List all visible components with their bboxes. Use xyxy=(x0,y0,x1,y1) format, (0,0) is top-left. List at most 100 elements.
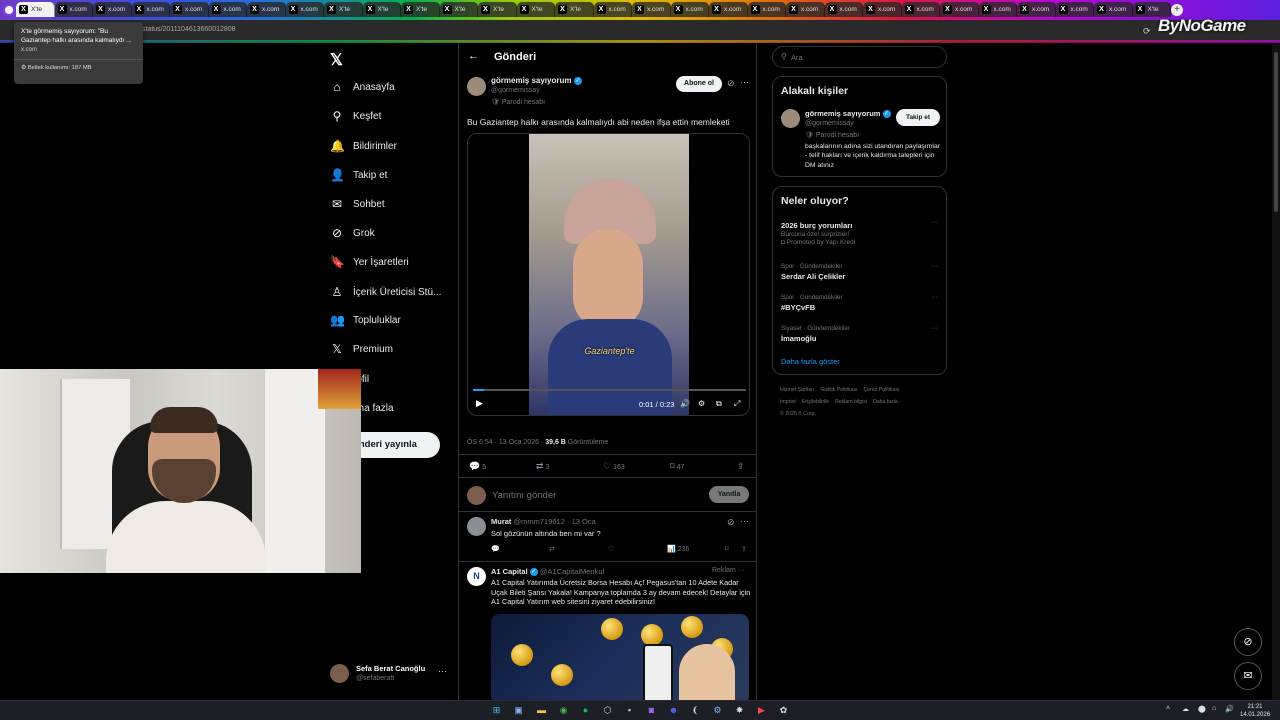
browser-tab[interactable]: Xx.com xyxy=(632,2,671,17)
reply-action[interactable]: 💬 5 xyxy=(469,461,486,472)
video-player[interactable]: Gaziantep'te ▶ 0:01 / 0:23 🔊 ⚙ ⧉ ⤢ xyxy=(467,133,750,416)
spotify-icon[interactable]: ● xyxy=(579,704,592,717)
sidebar-item-1[interactable]: ⌂ Anasayfa xyxy=(330,77,394,97)
browser-tab[interactable]: Xx.com xyxy=(1094,2,1133,17)
tray-app-icon[interactable]: ☁ xyxy=(1182,705,1189,713)
browser-tab[interactable]: Xx.com xyxy=(593,2,632,17)
post-author-name[interactable]: görmemiş sayıyorum xyxy=(491,76,571,85)
bookmark-icon[interactable]: ⌑ xyxy=(725,545,729,553)
sidebar-item-10[interactable]: 𝕏 Premium xyxy=(330,339,393,359)
widgets-icon[interactable]: ▣ xyxy=(512,704,525,717)
post-timestamp[interactable]: ÖS 6:54 · 13 Oca 2026 · xyxy=(467,439,545,446)
browser-tab[interactable]: Xx.com xyxy=(1017,2,1056,17)
post-handle[interactable]: @gormemissay xyxy=(491,87,540,94)
youtube-icon[interactable]: ▶ xyxy=(755,704,768,717)
browser-profile-icon[interactable] xyxy=(3,4,15,16)
trend-item[interactable]: Spor · Gündemdekiler #BYÇvFB ··· xyxy=(781,294,941,312)
comment-author[interactable]: Murat xyxy=(491,517,511,526)
browser-icon[interactable]: ◉ xyxy=(557,704,570,717)
footer-link[interactable]: Reklam bilgisi xyxy=(835,399,867,405)
browser-tab[interactable]: Xx.com xyxy=(93,2,132,17)
sidebar-item-8[interactable]: ♙ İçerik Üreticisi Stü... xyxy=(330,282,442,302)
reply-button[interactable]: Yanıtla xyxy=(709,486,749,503)
related-name[interactable]: görmemiş sayıyorum ✓ xyxy=(805,109,891,119)
grok-icon[interactable]: ⊘ xyxy=(727,517,735,528)
browser-tab[interactable]: Xx.com xyxy=(285,2,324,17)
account-switcher[interactable]: Sefa Berat Canoğlu @sefaberatt ··· xyxy=(330,662,450,686)
promoted-post[interactable]: N A1 Capital ✓ @A1CapitalMenkul Reklam ·… xyxy=(459,562,756,700)
browser-tab[interactable]: X X'te xyxy=(401,2,440,17)
browser-tab[interactable]: X X'te xyxy=(324,2,363,17)
settings-gear-icon[interactable]: ⚙ xyxy=(698,399,705,408)
sidebar-item-5[interactable]: ✉ Sohbet xyxy=(330,194,385,214)
network-icon[interactable]: ⌂ xyxy=(1212,705,1216,712)
more-dots-icon[interactable]: ··· xyxy=(931,263,938,270)
file-explorer-icon[interactable]: ▬ xyxy=(535,704,548,717)
avatar[interactable] xyxy=(467,517,486,536)
browser-tab[interactable]: Xx.com xyxy=(978,2,1017,17)
more-dots-icon[interactable]: ··· xyxy=(738,567,745,574)
video-progress-bar[interactable] xyxy=(473,389,746,391)
like-action[interactable]: ♡ 163 xyxy=(603,461,625,472)
volume-icon[interactable]: 🔊 xyxy=(1225,705,1234,713)
fullscreen-icon[interactable]: ⤢ xyxy=(734,399,740,409)
tray-chevron-icon[interactable]: ˄ xyxy=(1166,705,1170,712)
more-dots-icon[interactable]: ··· xyxy=(931,294,938,301)
scrollbar-thumb[interactable] xyxy=(1274,52,1278,212)
browser-tab[interactable]: Xx.com xyxy=(247,2,286,17)
sidebar-item-2[interactable]: ⚲ Keşfet xyxy=(330,106,382,126)
grok-fab-icon[interactable]: ⊘ xyxy=(1234,628,1262,656)
more-dots-icon[interactable]: ··· xyxy=(740,77,749,87)
heart-icon[interactable]: ♡ xyxy=(608,545,614,553)
share-action[interactable]: ⇪ xyxy=(737,461,747,472)
a1-capital-logo-icon[interactable]: N xyxy=(467,567,486,586)
ad-image[interactable] xyxy=(491,614,749,700)
comment-handle[interactable]: @mmm719612 · 13 Oca xyxy=(514,517,596,526)
windows-start-icon[interactable]: ⊞ xyxy=(490,704,503,717)
back-arrow-icon[interactable]: ← xyxy=(468,50,479,62)
browser-tab[interactable]: Xx.com xyxy=(901,2,940,17)
app-icon[interactable]: ❨ xyxy=(689,704,702,717)
browser-tab[interactable]: Xx.com xyxy=(709,2,748,17)
footer-link[interactable]: Imprint xyxy=(780,399,796,405)
share-icon[interactable]: ⇪ xyxy=(741,545,747,553)
repost-icon[interactable]: ⇄ xyxy=(549,545,555,553)
sidebar-item-3[interactable]: 🔔 Bildirimler xyxy=(330,136,397,156)
browser-tab[interactable]: X X'te xyxy=(16,2,55,17)
reply-icon[interactable]: 💬 xyxy=(491,545,500,553)
discord-icon[interactable]: ☻ xyxy=(667,704,680,717)
related-handle[interactable]: @gormemissay xyxy=(805,120,854,127)
views-action[interactable]: 📊 236 xyxy=(667,545,689,553)
browser-tab[interactable]: Xx.com xyxy=(131,2,170,17)
x-logo-icon[interactable]: 𝕏 xyxy=(330,50,343,70)
app-icon[interactable]: ✿ xyxy=(777,704,790,717)
address-bar[interactable]: status/2011104613660012808 xyxy=(0,20,1280,42)
footer-link[interactable]: Gizlilik Politikası xyxy=(820,387,857,393)
trend-item[interactable]: Spor · Gündemdekiler Serdar Ali Çelikler… xyxy=(781,263,941,281)
trend-item[interactable]: 2026 burç yorumları Burcuna özel sürpriz… xyxy=(781,219,941,246)
system-clock[interactable]: 21:21 14.01.2026 xyxy=(1240,703,1270,719)
volume-icon[interactable]: 🔊 xyxy=(680,399,690,408)
reply-input[interactable]: Yanıtını gönder xyxy=(492,490,556,501)
app-icon[interactable]: ▪ xyxy=(623,704,636,717)
subscribe-button[interactable]: Abone ol xyxy=(676,76,722,92)
trend-item[interactable]: Siyaset · Gündemdekiler İmamoğlu ··· xyxy=(781,325,941,343)
footer-link[interactable]: © 2026 X Corp. xyxy=(780,411,816,417)
browser-tab[interactable]: X X'te xyxy=(362,2,401,17)
post-author[interactable]: görmemiş sayıyorum ✓ xyxy=(491,76,582,85)
sidebar-item-7[interactable]: 🔖 Yer İşaretleri xyxy=(330,252,409,272)
footer-link[interactable]: Hizmet Şartları xyxy=(780,387,814,393)
footer-link[interactable]: Erişilebilirlik xyxy=(802,399,829,405)
more-dots-icon[interactable]: ··· xyxy=(740,516,749,526)
picture-in-picture-icon[interactable]: ⧉ xyxy=(716,399,722,409)
search-input[interactable]: ⚲ Ara xyxy=(772,46,947,68)
avatar[interactable] xyxy=(781,109,800,128)
browser-tab[interactable]: Xx.com xyxy=(1055,2,1094,17)
browser-tab[interactable]: X X'te xyxy=(439,2,478,17)
sidebar-item-4[interactable]: 👤 Takip et xyxy=(330,165,387,185)
avatar[interactable] xyxy=(467,77,486,96)
footer-link[interactable]: Çerez Politikası xyxy=(864,387,900,393)
follow-button[interactable]: Takip et xyxy=(896,109,940,126)
browser-tab[interactable]: Xx.com xyxy=(786,2,825,17)
browser-tab[interactable]: Xx.com xyxy=(863,2,902,17)
